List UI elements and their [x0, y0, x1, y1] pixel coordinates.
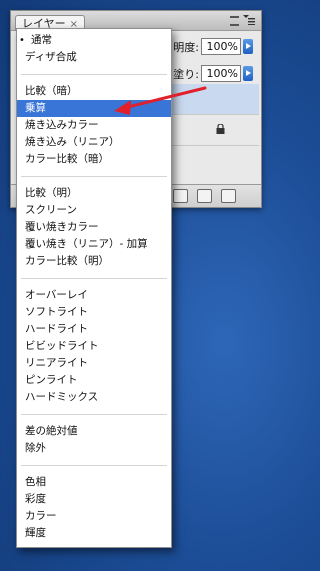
menu-item-multiply[interactable]: 乗算	[17, 100, 171, 117]
folder-icon[interactable]	[173, 189, 188, 203]
menu-item-label: ディザ合成	[25, 51, 77, 63]
menu-item-label: 焼き込みカラー	[25, 119, 99, 131]
menu-item-label: リニアライト	[25, 357, 88, 369]
menu-item-lighter-color[interactable]: カラー比較（明）	[17, 253, 171, 270]
menu-item-linear-burn[interactable]: 焼き込み（リニア）	[17, 134, 171, 151]
menu-item-label: ソフトライト	[25, 306, 88, 318]
menu-item-label: 色相	[25, 476, 46, 488]
menu-item-label: スクリーン	[25, 204, 77, 216]
menu-item-linear-dodge[interactable]: 覆い焼き（リニア）- 加算	[17, 236, 171, 253]
menu-item-label: カラー	[25, 510, 57, 522]
opacity-input[interactable]: 100%	[201, 38, 241, 55]
menu-item-color-burn[interactable]: 焼き込みカラー	[17, 117, 171, 134]
menu-item-label: 差の絶対値	[25, 425, 78, 437]
menu-separator	[21, 465, 167, 466]
menu-separator	[21, 176, 167, 177]
menu-item-label: 除外	[25, 442, 46, 454]
check-icon: •	[19, 35, 25, 46]
fill-row: 塗り: 100%	[173, 65, 253, 82]
menu-item-vivid-light[interactable]: ビビッドライト	[17, 338, 171, 355]
fill-label: 塗り:	[173, 67, 199, 81]
panel-menu-icon[interactable]	[243, 15, 255, 25]
new-layer-icon[interactable]	[197, 189, 212, 203]
menu-item-darker-color[interactable]: カラー比較（暗）	[17, 151, 171, 168]
menu-separator	[21, 74, 167, 75]
menu-item-hard-light[interactable]: ハードライト	[17, 321, 171, 338]
layer-row-background[interactable]	[161, 115, 259, 146]
opacity-slider-arrow-icon[interactable]	[243, 39, 253, 54]
menu-separator	[21, 414, 167, 415]
menu-item-dissolve[interactable]: ディザ合成	[17, 49, 171, 66]
menu-item-linear-light[interactable]: リニアライト	[17, 355, 171, 372]
opacity-label: 明度:	[173, 40, 199, 54]
lock-icon	[216, 124, 225, 134]
menu-item-screen[interactable]: スクリーン	[17, 202, 171, 219]
menu-item-label: カラー比較（暗）	[25, 153, 109, 165]
menu-item-normal[interactable]: • 通常	[17, 32, 171, 49]
menu-item-label: ハードミックス	[25, 391, 99, 403]
menu-item-hue[interactable]: 色相	[17, 474, 171, 491]
menu-item-label: 乗算	[25, 102, 46, 114]
menu-item-label: 彩度	[25, 493, 46, 505]
menu-item-label: ピンライト	[25, 374, 78, 386]
menu-item-label: 比較（暗）	[25, 85, 78, 97]
menu-item-color[interactable]: カラー	[17, 508, 171, 525]
menu-separator	[21, 278, 167, 279]
collapse-icon[interactable]	[230, 16, 239, 26]
menu-item-label: 輝度	[25, 527, 46, 539]
menu-item-label: ビビッドライト	[25, 340, 99, 352]
menu-item-label: ハードライト	[25, 323, 88, 335]
menu-item-label: オーバーレイ	[25, 289, 88, 301]
menu-item-exclusion[interactable]: 除外	[17, 440, 171, 457]
menu-item-saturation[interactable]: 彩度	[17, 491, 171, 508]
layer-row-selected[interactable]	[161, 84, 259, 115]
opacity-row: 明度: 100%	[173, 38, 253, 55]
menu-item-label: 覆い焼きカラー	[25, 221, 99, 233]
menu-item-darken[interactable]: 比較（暗）	[17, 83, 171, 100]
menu-item-label: 焼き込み（リニア）	[25, 136, 120, 148]
trash-icon[interactable]	[221, 189, 236, 203]
fill-slider-arrow-icon[interactable]	[243, 66, 253, 81]
menu-item-difference[interactable]: 差の絶対値	[17, 423, 171, 440]
fill-input[interactable]: 100%	[201, 65, 241, 82]
menu-item-lighten[interactable]: 比較（明）	[17, 185, 171, 202]
menu-item-label: カラー比較（明）	[25, 255, 109, 267]
blend-mode-menu: • 通常 ディザ合成 比較（暗） 乗算 焼き込みカラー 焼き込み（リニア） カラ…	[16, 28, 172, 548]
menu-item-label: 通常	[31, 34, 52, 46]
menu-item-soft-light[interactable]: ソフトライト	[17, 304, 171, 321]
menu-item-label: 覆い焼き（リニア）- 加算	[25, 238, 148, 250]
menu-item-overlay[interactable]: オーバーレイ	[17, 287, 171, 304]
menu-item-label: 比較（明）	[25, 187, 78, 199]
menu-item-color-dodge[interactable]: 覆い焼きカラー	[17, 219, 171, 236]
menu-item-hard-mix[interactable]: ハードミックス	[17, 389, 171, 406]
menu-item-pin-light[interactable]: ピンライト	[17, 372, 171, 389]
menu-item-luminosity[interactable]: 輝度	[17, 525, 171, 542]
